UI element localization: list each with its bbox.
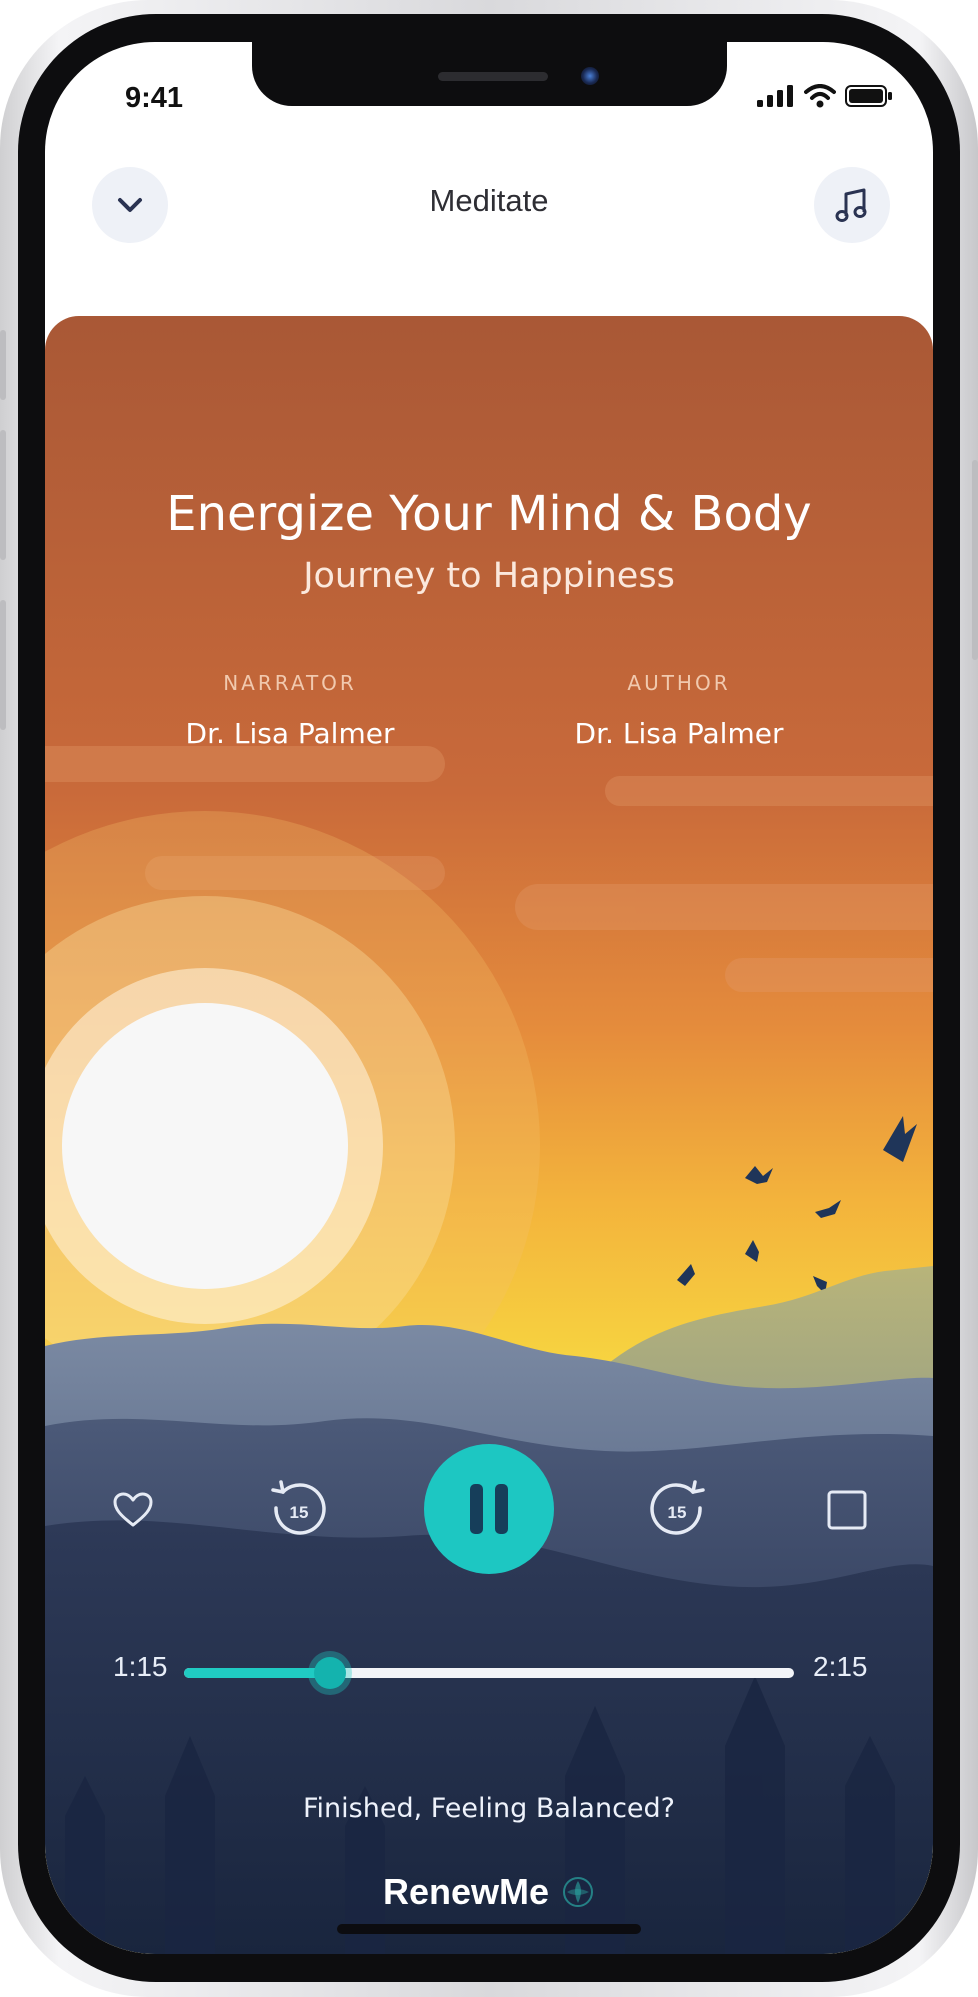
forward-icon: 15 — [650, 1480, 705, 1535]
phone-volume-up — [0, 430, 6, 560]
author-block: AUTHOR Dr. Lisa Palmer — [499, 671, 859, 750]
home-indicator[interactable] — [337, 1924, 641, 1934]
player-card: Energize Your Mind & Body Journey to Hap… — [45, 316, 933, 1954]
front-camera — [581, 67, 599, 85]
speaker-grille — [438, 72, 548, 81]
elapsed-time: 1:15 — [113, 1651, 168, 1682]
progress-fill — [184, 1668, 331, 1678]
phone-volume-down — [0, 600, 6, 730]
progress-slider[interactable] — [184, 1657, 794, 1689]
rewind-icon: 15 — [271, 1480, 326, 1535]
phone-power-button — [972, 460, 978, 660]
narrator-block: NARRATOR Dr. Lisa Palmer — [110, 671, 470, 750]
forward-seconds: 15 — [668, 1503, 687, 1522]
narrator-name: Dr. Lisa Palmer — [185, 717, 395, 750]
wifi-icon — [804, 84, 836, 108]
brand-name: RenewMe — [382, 1871, 550, 1912]
total-time: 2:15 — [813, 1651, 868, 1682]
heart-icon — [113, 1492, 153, 1527]
square-icon — [827, 1490, 867, 1530]
finished-prompt[interactable]: Finished, Feeling Balanced? — [45, 1793, 933, 1824]
lotus-logo-icon — [563, 1877, 594, 1907]
favorite-button[interactable] — [105, 1482, 161, 1538]
author-name: Dr. Lisa Palmer — [574, 717, 784, 750]
session-title: Energize Your Mind & Body — [166, 486, 812, 542]
pause-icon — [470, 1484, 508, 1534]
signal-icon — [757, 85, 793, 107]
music-note-icon — [835, 188, 867, 222]
narrator-label: NARRATOR — [223, 671, 357, 695]
session-subtitle: Journey to Happiness — [303, 556, 675, 596]
forward-15-button[interactable]: 15 — [645, 1478, 709, 1542]
phone-mute-switch — [0, 330, 6, 400]
brand-footer: RenewMe — [45, 1871, 933, 1913]
page-title: Meditate — [429, 183, 549, 218]
author-label: AUTHOR — [627, 671, 731, 695]
status-icons — [757, 84, 893, 108]
music-button[interactable] — [814, 167, 890, 243]
stop-button[interactable] — [819, 1482, 875, 1538]
screen: 9:41 Meditate Energize Your Mind & Body … — [45, 42, 933, 1954]
rewind-15-button[interactable]: 15 — [267, 1478, 331, 1542]
pause-button[interactable] — [424, 1444, 554, 1574]
status-time: 9:41 — [125, 82, 184, 114]
notch — [252, 42, 727, 106]
battery-icon — [845, 85, 892, 107]
rewind-seconds: 15 — [290, 1503, 309, 1522]
